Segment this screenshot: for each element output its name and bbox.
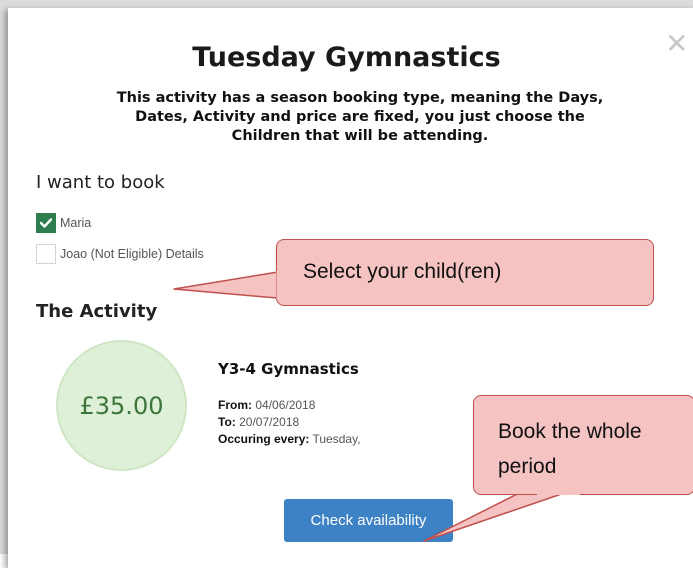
from-value: 04/06/2018 [255, 398, 316, 412]
checkbox-unchecked[interactable] [36, 244, 56, 264]
book-period-callout: Book the whole period [473, 395, 693, 495]
every-value: Tuesday, [312, 432, 361, 446]
select-children-callout: Select your child(ren) [276, 239, 654, 306]
child-label: Maria [60, 216, 92, 230]
price-badge: £35.00 [56, 340, 187, 471]
activity-name: Y3-4 Gymnastics [218, 360, 359, 378]
checkbox-checked[interactable] [36, 213, 56, 233]
book-callout-line1: Book the whole [498, 420, 642, 443]
child-option-joao[interactable]: Joao (Not Eligible) Details [36, 243, 204, 265]
check-availability-button[interactable]: Check availability [284, 499, 453, 542]
modal-description: This activity has a season booking type,… [116, 90, 604, 144]
book-callout-line2: period [498, 455, 557, 478]
every-label: Occuring every: [218, 432, 310, 446]
activity-to: To: 20/07/2018 [218, 415, 299, 429]
activity-heading: The Activity [36, 301, 158, 322]
to-label: To: [218, 415, 236, 429]
from-label: From: [218, 398, 252, 412]
child-option-maria[interactable]: Maria [36, 212, 91, 234]
activity-every: Occuring every: Tuesday, [218, 432, 361, 446]
child-label: Joao (Not Eligible) Details [60, 247, 204, 261]
to-value: 20/07/2018 [239, 415, 300, 429]
activity-from: From: 04/06/2018 [218, 398, 315, 412]
price-value: £35.00 [79, 391, 164, 420]
book-heading: I want to book [36, 172, 165, 193]
select-callout-text: Select your child(ren) [303, 260, 502, 283]
checkmark-icon [39, 218, 53, 228]
modal-title: Tuesday Gymnastics [192, 42, 501, 73]
